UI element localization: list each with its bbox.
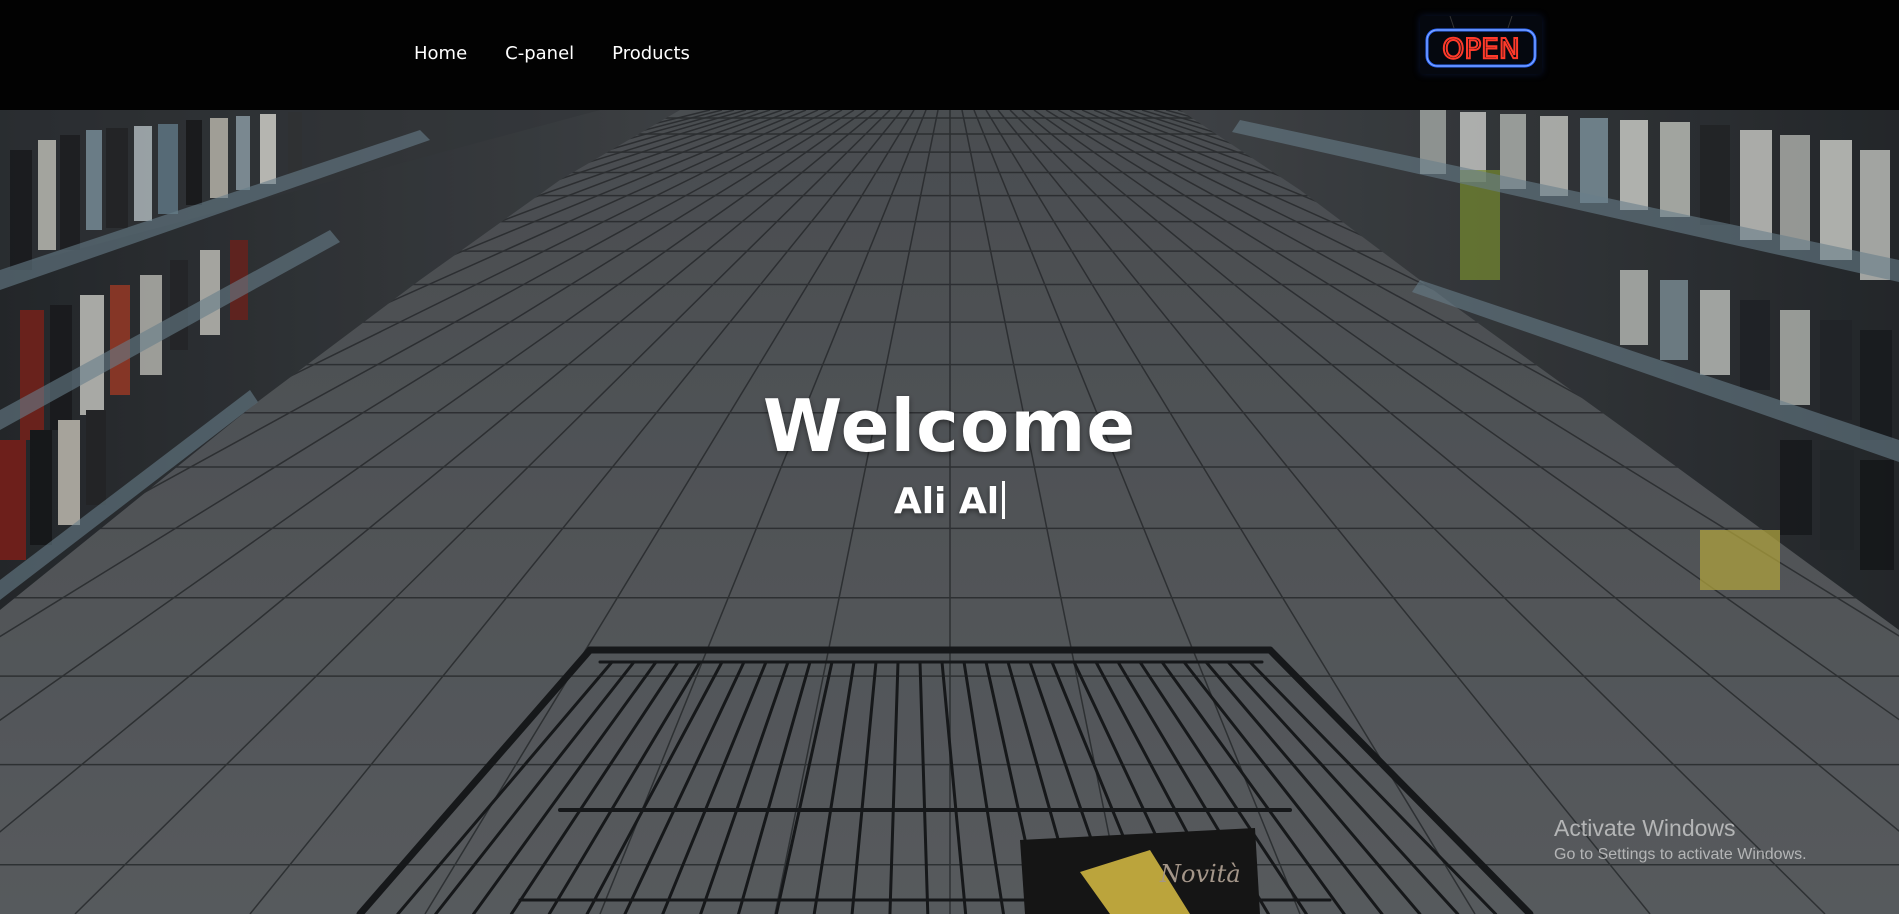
user-name-text: Ali Al xyxy=(893,481,1000,522)
nav-home-link[interactable]: Home xyxy=(414,42,467,66)
typing-cursor xyxy=(1002,481,1006,519)
nav-products-link[interactable]: Products xyxy=(612,42,690,66)
watermark-title: Activate Windows xyxy=(1554,815,1736,841)
activate-windows-watermark: Activate Windows Go to Settings to activ… xyxy=(1554,814,1807,866)
top-navbar: Home C-panel Products OPEN xyxy=(0,0,1899,110)
open-sign-text: OPEN xyxy=(1442,32,1520,65)
main-nav: Home C-panel Products xyxy=(414,42,728,66)
nav-cpanel-link[interactable]: C-panel xyxy=(505,42,574,66)
open-neon-sign-icon: OPEN xyxy=(1420,16,1542,74)
watermark-subtitle: Go to Settings to activate Windows. xyxy=(1554,846,1807,863)
welcome-heading: Welcome xyxy=(762,384,1137,468)
user-name-typing-text: Ali Al xyxy=(0,480,1899,524)
hero-section: Novità Welcome Ali Al xyxy=(0,110,1899,914)
app-root: Home C-panel Products OPEN Novità Welcom… xyxy=(0,0,1899,914)
